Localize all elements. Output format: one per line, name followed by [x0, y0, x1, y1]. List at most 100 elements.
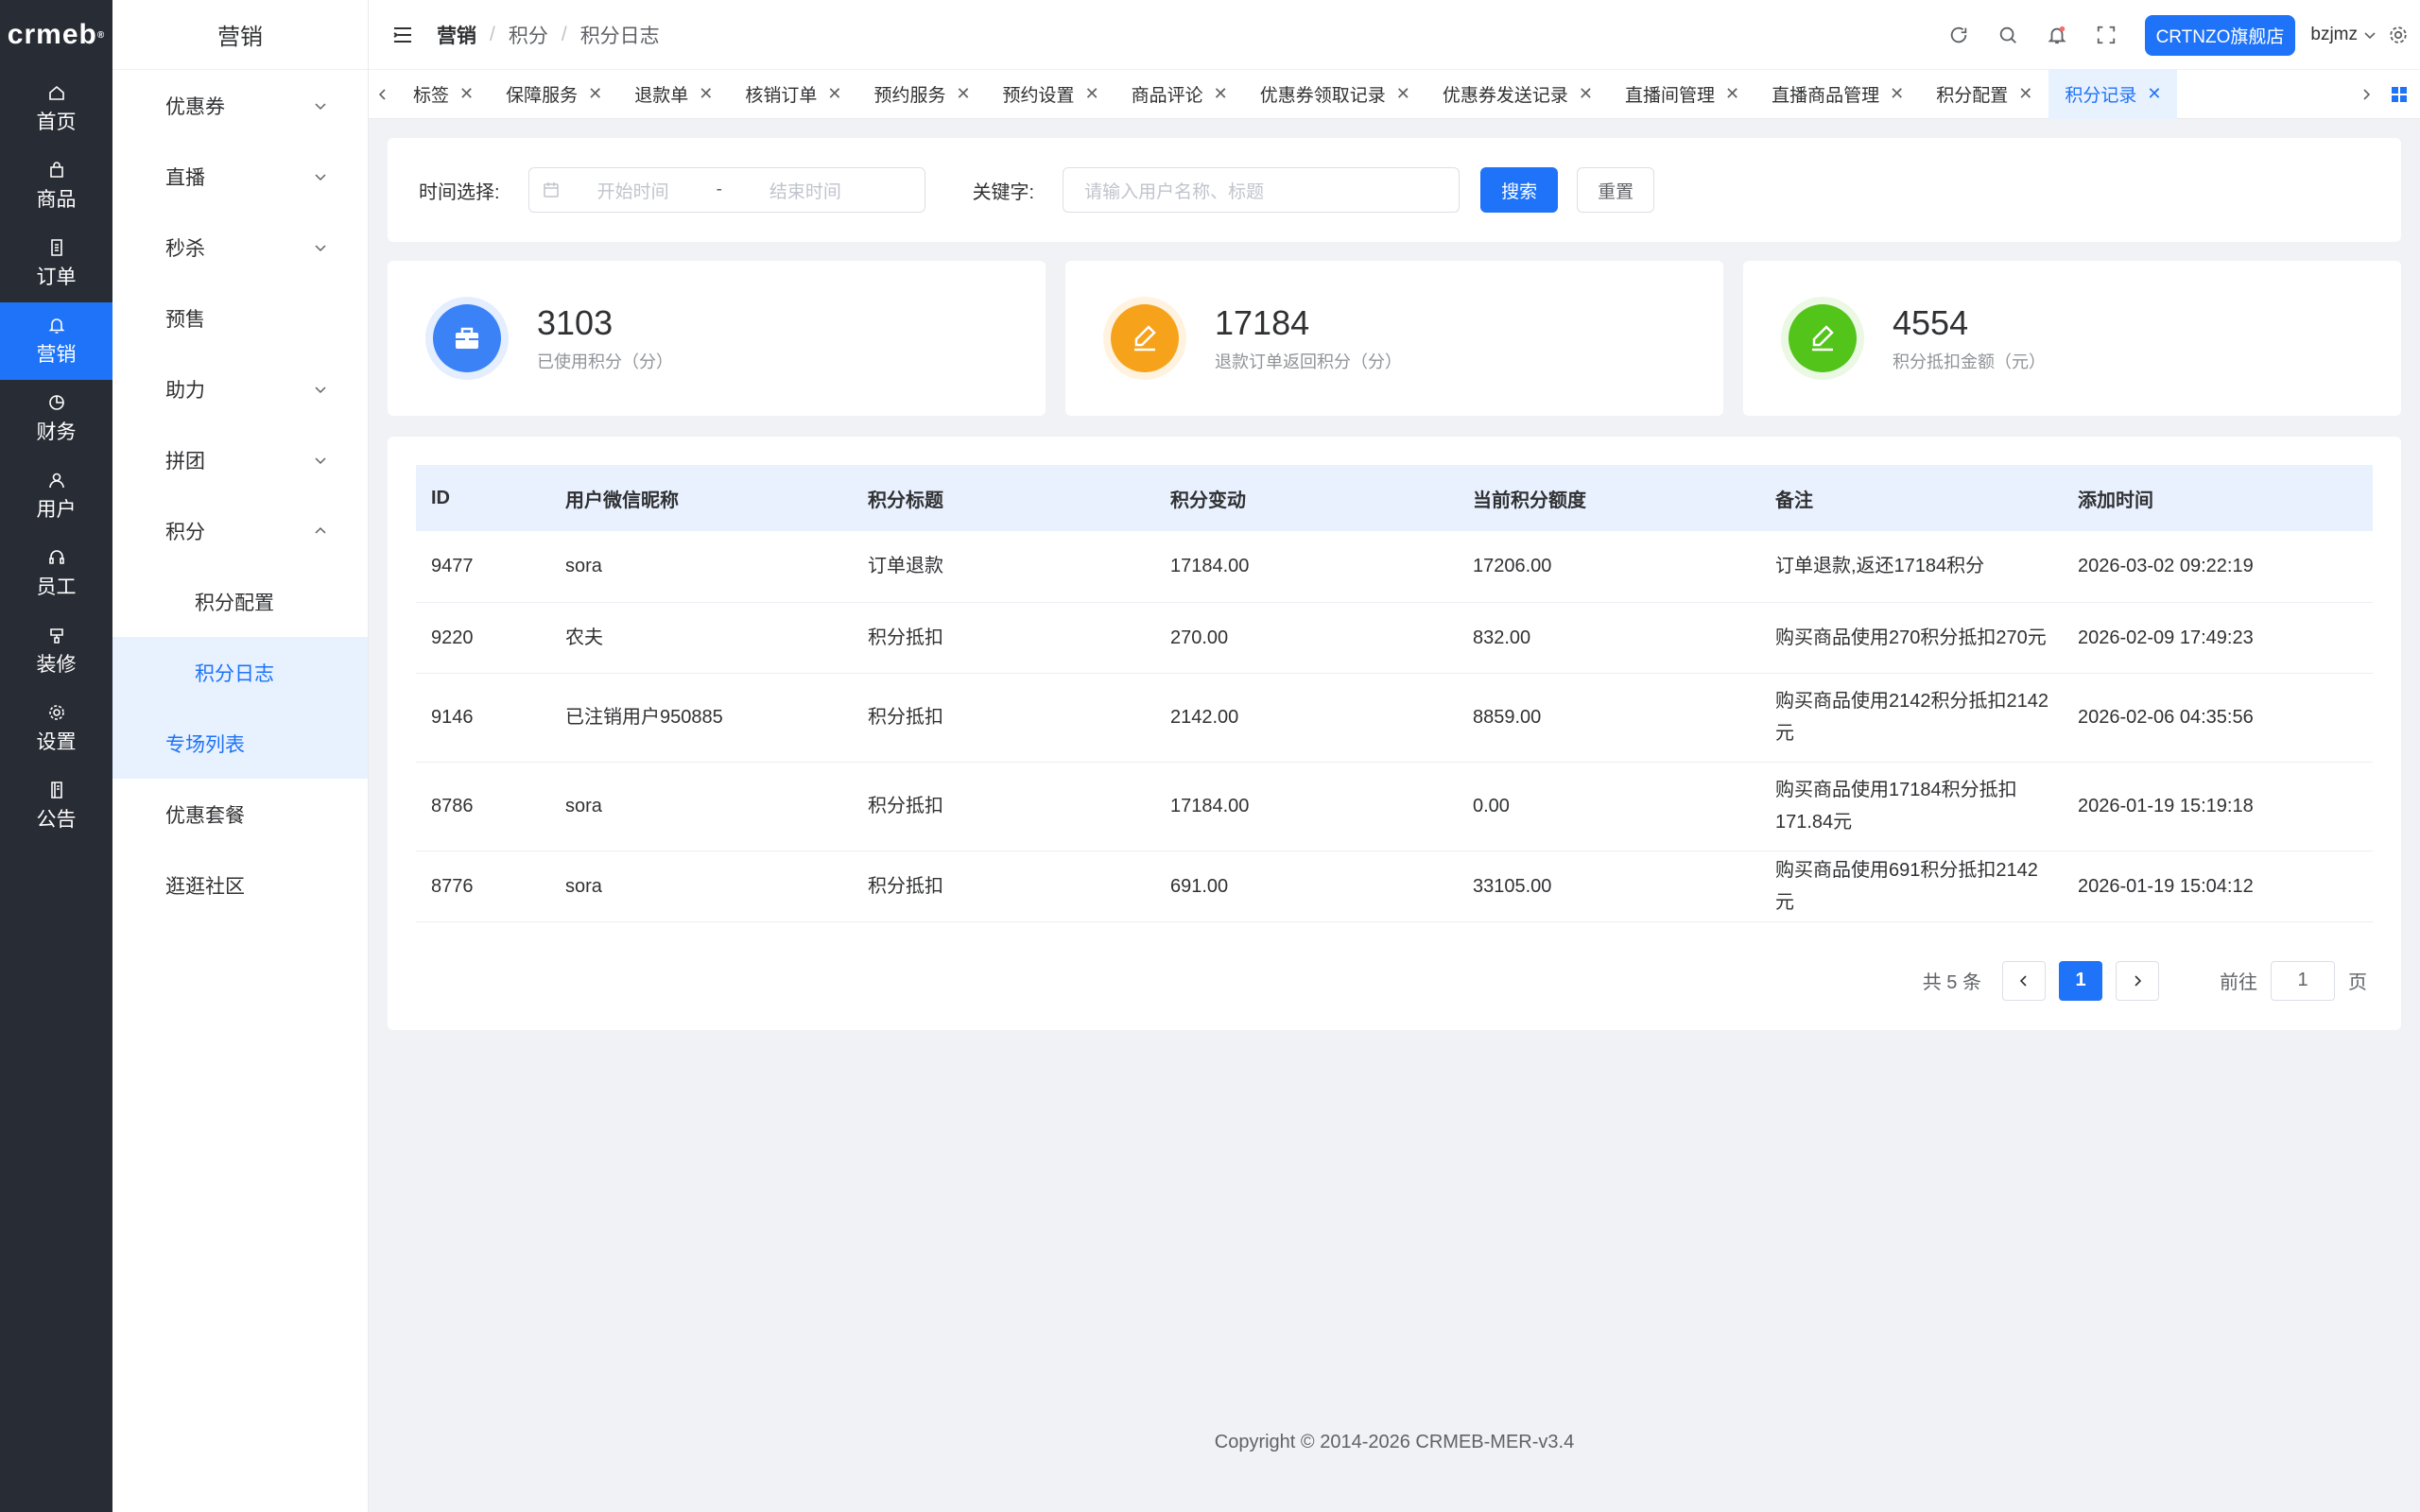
- tab-5[interactable]: 预约设置 ✕: [987, 70, 1115, 119]
- close-icon[interactable]: ✕: [1214, 84, 1228, 104]
- rail-item-0[interactable]: 首页: [0, 70, 112, 147]
- rail-item-1[interactable]: 商品: [0, 147, 112, 225]
- tab-8[interactable]: 优惠券发送记录 ✕: [1426, 70, 1609, 119]
- tab-6[interactable]: 商品评论 ✕: [1115, 70, 1244, 119]
- breadcrumb-item-points[interactable]: 积分: [509, 21, 548, 49]
- notification-bell-icon[interactable]: [2047, 25, 2067, 45]
- sidebar-item-6[interactable]: 积分: [112, 495, 368, 566]
- rail-item-7[interactable]: 装修: [0, 612, 112, 690]
- rail-item-4[interactable]: 财务: [0, 380, 112, 457]
- close-icon[interactable]: ✕: [827, 84, 841, 104]
- menu-toggle-icon[interactable]: [391, 24, 414, 46]
- sidebar-item-0[interactable]: 优惠券: [112, 70, 368, 141]
- tab-9[interactable]: 直播间管理 ✕: [1609, 70, 1755, 119]
- table-cell: sora: [550, 850, 853, 922]
- column-header: 当前积分额度: [1473, 490, 1586, 511]
- stat-icon-circle: [1111, 304, 1179, 372]
- tabs-scroll-left-button[interactable]: [369, 88, 397, 101]
- stat-caption: 已使用积分（分）: [537, 352, 673, 371]
- date-range-picker[interactable]: 开始时间 - 结束时间: [527, 167, 925, 213]
- sidebar-item-after-2[interactable]: 逛逛社区: [112, 850, 368, 920]
- table-cell: 8776: [416, 850, 550, 922]
- table-cell: 9220: [416, 602, 550, 674]
- rail-item-2[interactable]: 订单: [0, 225, 112, 302]
- rail-item-8[interactable]: 设置: [0, 690, 112, 767]
- sidebar-item-after-1[interactable]: 优惠套餐: [112, 779, 368, 850]
- sidebar-item-3[interactable]: 预售: [112, 283, 368, 353]
- sidebar-item-label: 专场列表: [165, 733, 245, 756]
- close-icon[interactable]: ✕: [1579, 84, 1593, 104]
- next-page-button[interactable]: [2116, 960, 2159, 1001]
- prev-page-button[interactable]: [2002, 960, 2046, 1001]
- tabs-scroll-right-button[interactable]: [2360, 70, 2373, 119]
- fullscreen-icon[interactable]: [2096, 25, 2117, 45]
- stat-card: 17184 退款订单返回积分（分）: [1065, 261, 1723, 416]
- tab-10[interactable]: 直播商品管理 ✕: [1755, 70, 1920, 119]
- search-button[interactable]: 搜索: [1480, 167, 1559, 213]
- keyword-input[interactable]: 请输入用户名称、标题: [1063, 167, 1461, 213]
- tab-7[interactable]: 优惠券领取记录 ✕: [1244, 70, 1426, 119]
- stat-icon-ring: [425, 297, 509, 380]
- stat-value: 17184: [1215, 303, 1310, 342]
- goto-page-input[interactable]: 1: [2271, 960, 2335, 1001]
- sidebar-item-after-0[interactable]: 专场列表: [112, 708, 368, 779]
- sidebar-subitem-1[interactable]: 积分日志: [112, 637, 368, 708]
- tab-1[interactable]: 保障服务 ✕: [490, 70, 618, 119]
- points-log-table: ID 用户微信昵称 积分标题 积分变动 当前积分额度 备注 添加时间 9477 sora 订单退…: [416, 465, 2373, 922]
- column-header: 用户微信昵称: [565, 490, 679, 511]
- stat-card: 4554 积分抵扣金额（元）: [1743, 261, 2401, 416]
- refresh-icon[interactable]: [1948, 25, 1969, 45]
- chevron-right-icon: [2363, 89, 2371, 100]
- close-icon[interactable]: ✕: [1890, 84, 1904, 104]
- table-cell: 0.00: [1458, 762, 1760, 851]
- close-icon[interactable]: ✕: [459, 84, 474, 104]
- user-menu[interactable]: bzjmz: [2310, 25, 2377, 45]
- close-icon[interactable]: ✕: [1085, 84, 1099, 104]
- tab-3[interactable]: 核销订单 ✕: [729, 70, 857, 119]
- sidebar-item-2[interactable]: 秒杀: [112, 212, 368, 283]
- sidebar-subitem-0[interactable]: 积分配置: [112, 566, 368, 637]
- rail-item-9[interactable]: 公告: [0, 767, 112, 845]
- end-date-input[interactable]: 结束时间: [769, 178, 841, 203]
- crmeb-logo[interactable]: crmeb ®: [0, 0, 112, 70]
- tab-12[interactable]: 积分记录 ✕: [2048, 69, 2178, 119]
- rail-item-3[interactable]: 营销: [0, 302, 112, 380]
- close-icon[interactable]: ✕: [2018, 84, 2032, 104]
- chevron-down-icon: [315, 386, 326, 393]
- reset-button[interactable]: 重置: [1577, 167, 1655, 213]
- close-icon[interactable]: ✕: [699, 84, 713, 104]
- tab-0[interactable]: 标签 ✕: [397, 70, 490, 119]
- rail-item-6[interactable]: 员工: [0, 535, 112, 612]
- close-icon[interactable]: ✕: [956, 84, 970, 104]
- table-cell: 积分抵扣: [853, 850, 1155, 922]
- tabs-menu-grid-icon[interactable]: [2390, 85, 2409, 104]
- close-icon[interactable]: ✕: [1725, 84, 1739, 104]
- sidebar-item-4[interactable]: 助力: [112, 353, 368, 424]
- table-cell: 积分抵扣: [853, 762, 1155, 851]
- tab-label: 核销订单: [745, 86, 818, 106]
- close-icon[interactable]: ✕: [1396, 84, 1410, 104]
- stat-value: 4554: [1893, 303, 1969, 342]
- table-header-row: ID 用户微信昵称 积分标题 积分变动 当前积分额度 备注 添加时间: [416, 465, 2373, 531]
- table-cell: 9477: [416, 531, 550, 603]
- sidebar-item-1[interactable]: 直播: [112, 141, 368, 212]
- search-icon[interactable]: [1997, 25, 2018, 45]
- breadcrumb-item-marketing[interactable]: 营销: [437, 21, 476, 49]
- close-icon[interactable]: ✕: [2147, 84, 2161, 104]
- chevron-down-icon: [2364, 32, 2376, 40]
- tab-4[interactable]: 预约服务 ✕: [857, 70, 986, 119]
- start-date-input[interactable]: 开始时间: [597, 178, 669, 203]
- settings-gear-icon[interactable]: [2388, 25, 2409, 45]
- sidebar-title: 营销: [112, 0, 368, 70]
- filter-panel: 时间选择: 开始时间 - 结束时间 关键字: 请输入用户名称、标题 搜索 重置: [388, 138, 2401, 242]
- sidebar-item-5[interactable]: 拼团: [112, 424, 368, 495]
- tab-2[interactable]: 退款单 ✕: [618, 70, 729, 119]
- rail-item-5[interactable]: 用户: [0, 457, 112, 535]
- store-switch-button[interactable]: CRTNZO旗舰店: [2144, 14, 2296, 56]
- pagination: 共 5 条 1 前往 1 页: [416, 922, 2373, 1040]
- page-number-current[interactable]: 1: [2059, 960, 2102, 1001]
- close-icon[interactable]: ✕: [588, 84, 602, 104]
- tab-11[interactable]: 积分配置 ✕: [1920, 70, 2048, 119]
- goto-label: 前往: [2220, 972, 2257, 993]
- rail-item-label: 员工: [36, 576, 77, 598]
